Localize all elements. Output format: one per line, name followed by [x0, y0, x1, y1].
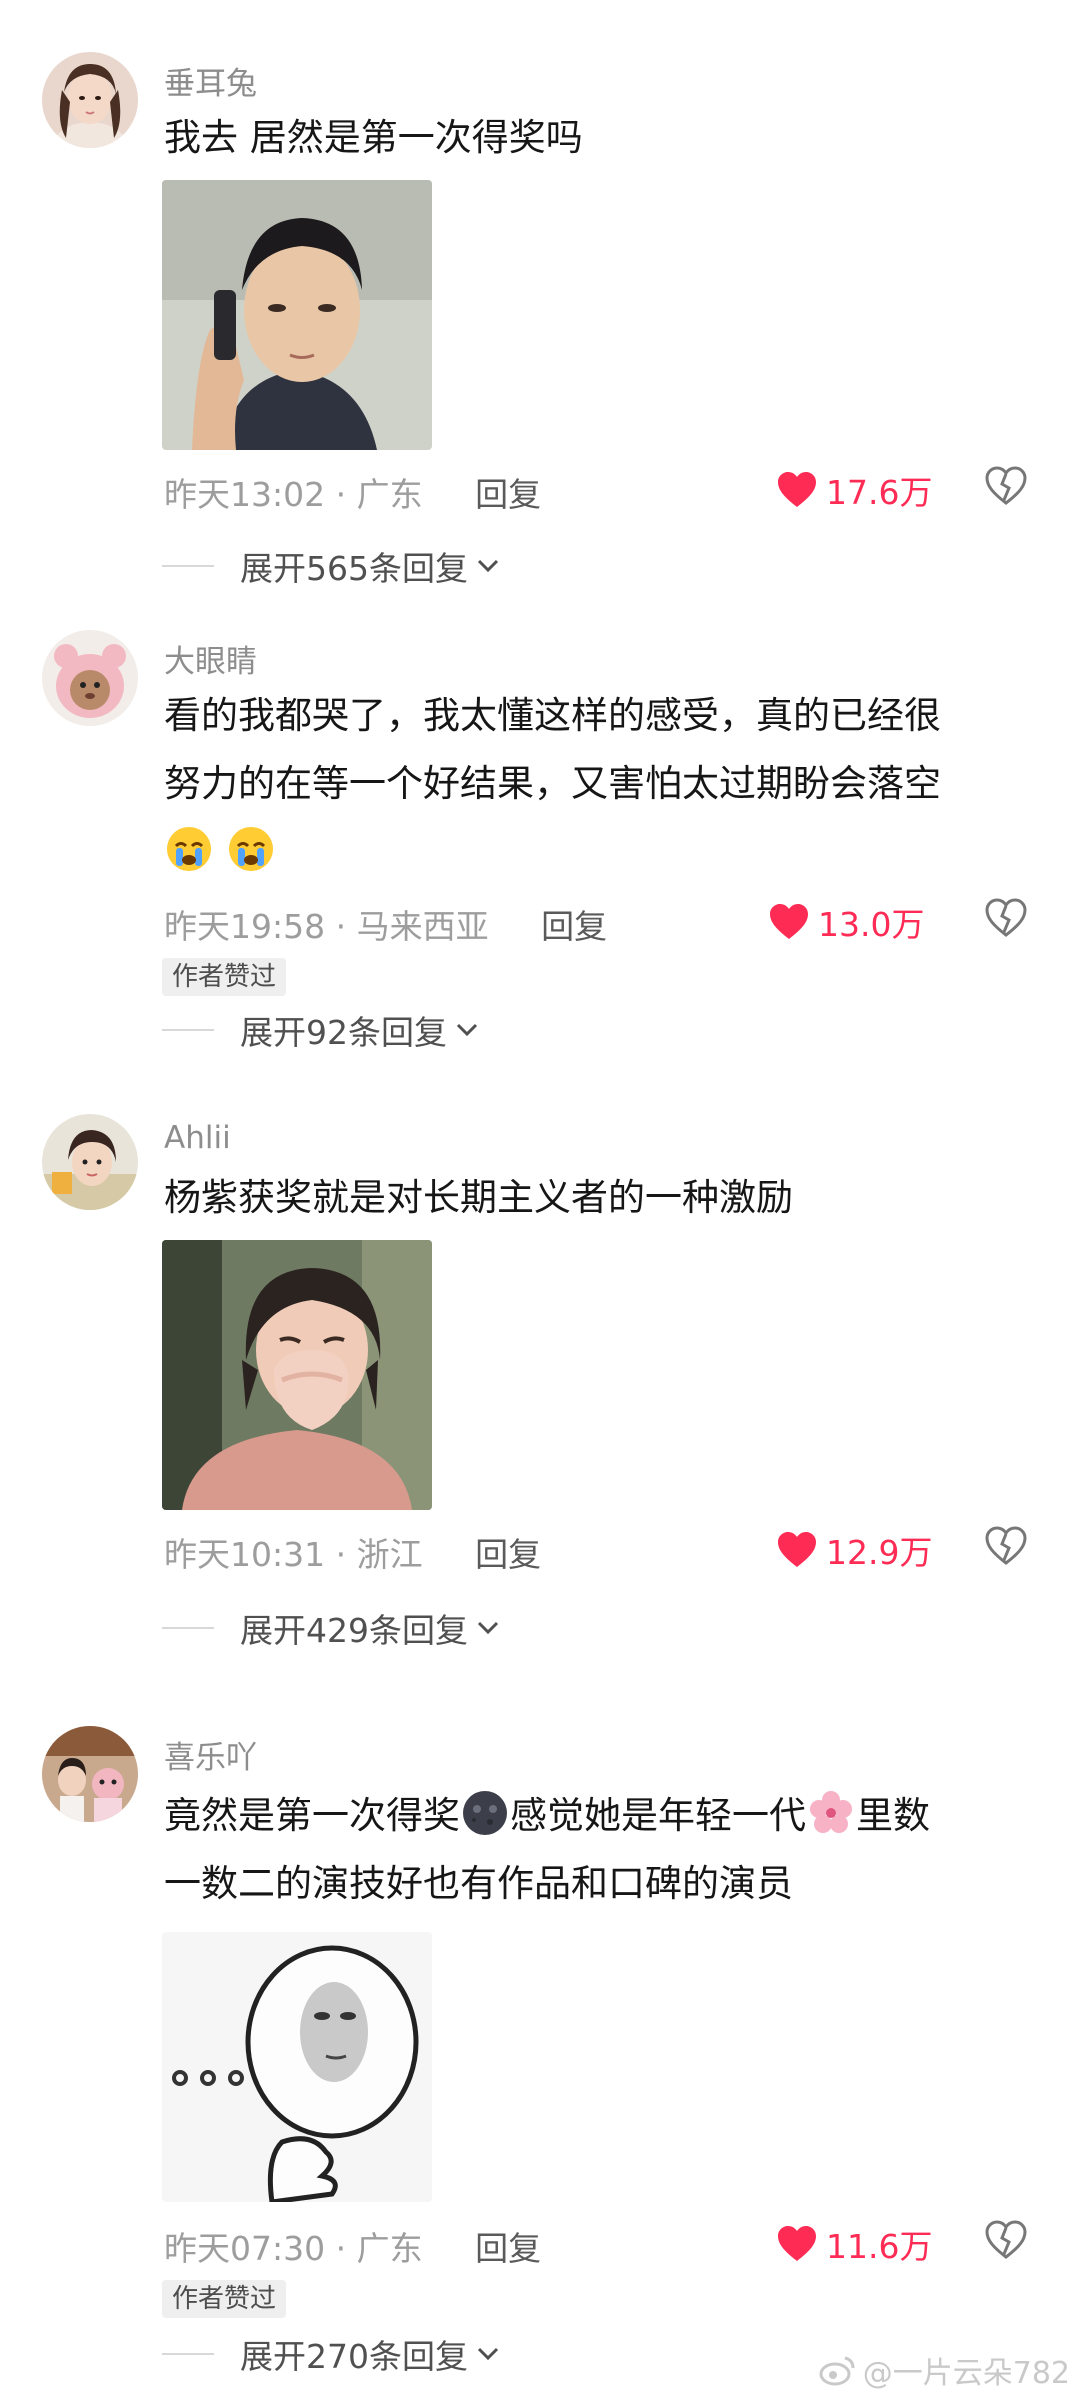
reply-button[interactable]: 回复 — [541, 907, 607, 946]
author-liked-badge: 作者赞过 — [162, 2280, 287, 2318]
avatar[interactable] — [42, 1114, 138, 1210]
heart-icon — [778, 472, 816, 507]
expand-replies-button[interactable]: 展开92条回复 — [162, 1006, 479, 1054]
separator: · — [335, 907, 347, 946]
heart-icon — [778, 2226, 816, 2261]
author-liked-badge: 作者赞过 — [162, 958, 287, 996]
username[interactable]: 大眼睛 — [164, 636, 257, 681]
location: 广东 — [356, 2229, 423, 2268]
location: 浙江 — [356, 1535, 423, 1574]
emoji-row — [164, 818, 1044, 886]
weibo-watermark: @一片云朵782 — [819, 2348, 1070, 2392]
timestamp: 昨天19:58 — [164, 907, 326, 946]
avatar[interactable] — [42, 52, 138, 148]
broken-heart-icon[interactable] — [984, 2220, 1028, 2260]
chevron-down-icon — [477, 559, 499, 573]
timestamp: 昨天07:30 — [164, 2229, 326, 2268]
comment-meta: 昨天13:02 · 广东 回复 — [164, 468, 541, 516]
like-count: 12.9万 — [826, 1533, 933, 1572]
crying-face-emoji — [164, 824, 214, 874]
reply-button[interactable]: 回复 — [475, 2229, 541, 2268]
comment-text-line: 一数二的演技好也有作品和口碑的演员 — [164, 1862, 793, 1905]
location: 广东 — [356, 475, 423, 514]
username[interactable]: Ahlii — [164, 1120, 231, 1156]
broken-heart-icon[interactable] — [984, 1526, 1028, 1566]
like-count: 11.6万 — [826, 2227, 933, 2266]
watermark-text: @一片云朵782 — [862, 2356, 1070, 2391]
expand-label: 展开429条回复 — [240, 1611, 468, 1650]
expand-replies-button[interactable]: 展开270条回复 — [162, 2330, 500, 2378]
location: 马来西亚 — [356, 907, 489, 946]
separator: · — [335, 1535, 347, 1574]
heart-icon — [778, 1532, 816, 1567]
divider-line — [162, 1029, 214, 1031]
expand-replies-button[interactable]: 展开429条回复 — [162, 1604, 500, 1652]
heart-icon — [770, 904, 808, 939]
avatar[interactable] — [42, 1726, 138, 1822]
divider-line — [162, 565, 214, 567]
comment-text: 看的我都哭了，我太懂这样的感受，真的已经很 努力的在等一个好结果，又害怕太过期盼… — [164, 682, 1044, 886]
username[interactable]: 喜乐吖 — [164, 1732, 257, 1777]
comment-meta: 昨天10:31 · 浙江 回复 — [164, 1528, 541, 1576]
comment-text-line: 看的我都哭了，我太懂这样的感受，真的已经很 — [164, 694, 941, 737]
comment-image[interactable] — [162, 180, 432, 450]
comment-text: 杨紫获奖就是对长期主义者的一种激励 — [164, 1176, 793, 1219]
comment-text-segment: 感觉她是年轻一代 — [510, 1794, 806, 1837]
like-count: 13.0万 — [818, 905, 925, 944]
like-button[interactable]: 12.9万 — [776, 1526, 932, 1574]
username[interactable]: 垂耳兔 — [164, 58, 257, 103]
expand-label: 展开270条回复 — [240, 2337, 468, 2376]
separator: · — [335, 2229, 347, 2268]
timestamp: 昨天10:31 — [164, 1535, 326, 1574]
cherry-blossom-emoji — [806, 1788, 856, 1838]
broken-heart-icon[interactable] — [984, 466, 1028, 506]
like-count: 17.6万 — [826, 473, 933, 512]
reply-button[interactable]: 回复 — [475, 1535, 541, 1574]
chevron-down-icon — [477, 2347, 499, 2361]
separator: · — [335, 475, 347, 514]
reply-button[interactable]: 回复 — [475, 475, 541, 514]
comment-text-segment: 里数 — [856, 1794, 930, 1837]
expand-label: 展开92条回复 — [240, 1013, 447, 1052]
like-button[interactable]: 11.6万 — [776, 2220, 932, 2268]
weibo-logo-icon — [819, 2356, 855, 2386]
comment-text-line: 竟然是第一次得奖 感觉她是年轻一代 里数 — [164, 1782, 1044, 1850]
crying-face-emoji — [226, 824, 276, 874]
comment-text: 我去 居然是第一次得奖吗 — [164, 116, 583, 159]
chevron-down-icon — [456, 1023, 478, 1037]
expand-label: 展开565条回复 — [240, 549, 468, 588]
divider-line — [162, 1627, 214, 1629]
comment-meta: 昨天07:30 · 广东 回复 — [164, 2222, 541, 2270]
broken-heart-icon[interactable] — [984, 898, 1028, 938]
timestamp: 昨天13:02 — [164, 475, 326, 514]
comment-text-segment: 竟然是第一次得奖 — [164, 1794, 460, 1837]
moon-face-emoji — [460, 1788, 510, 1838]
comment-meta: 昨天19:58 · 马来西亚 回复 — [164, 900, 607, 948]
expand-replies-button[interactable]: 展开565条回复 — [162, 542, 500, 590]
comment-text-line: 努力的在等一个好结果，又害怕太过期盼会落空 — [164, 762, 941, 805]
like-button[interactable]: 17.6万 — [776, 466, 932, 514]
comment-image[interactable] — [162, 1932, 432, 2202]
like-button[interactable]: 13.0万 — [768, 898, 924, 946]
divider-line — [162, 2353, 214, 2355]
comment-image[interactable] — [162, 1240, 432, 1510]
comment-text: 竟然是第一次得奖 感觉她是年轻一代 里数 一数二的演技好也有作品和口碑的演员 — [164, 1782, 1044, 1918]
avatar[interactable] — [42, 630, 138, 726]
chevron-down-icon — [477, 1621, 499, 1635]
